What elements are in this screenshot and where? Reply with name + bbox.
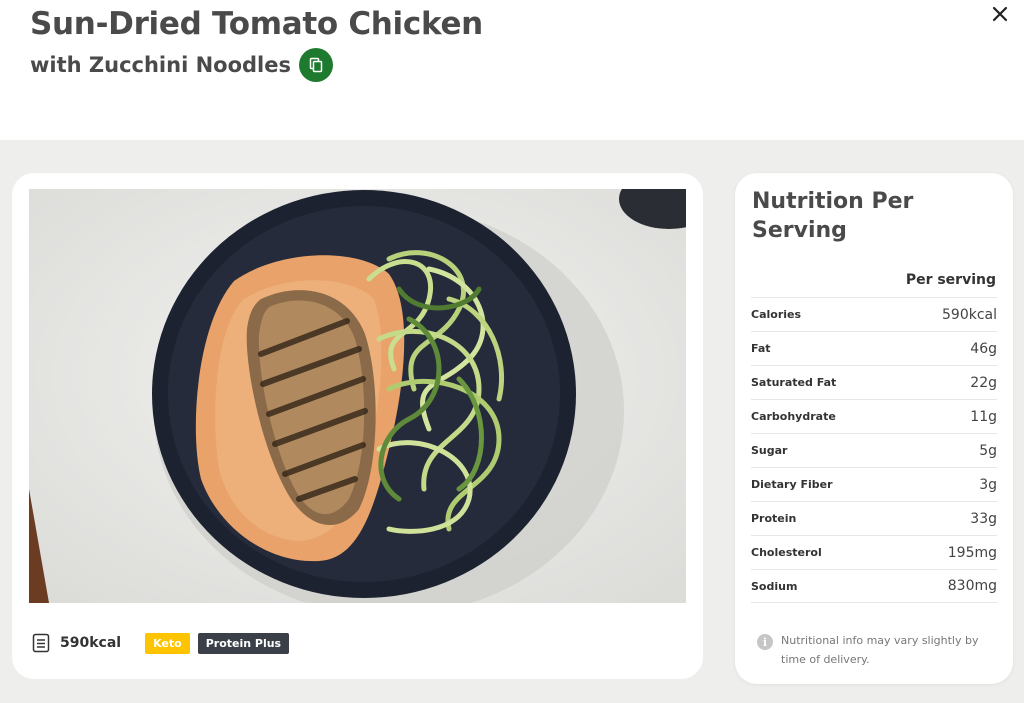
nutrition-label: Saturated Fat [751,376,837,389]
nutrition-row: Protein 33g [751,501,997,535]
nutrition-card: Nutrition Per Serving Per serving Calori… [735,173,1013,684]
nutrition-table: Calories 590kcal Fat 46g Saturated Fat 2… [751,297,997,603]
nutrition-label: Calories [751,308,802,321]
nutrition-row: Calories 590kcal [751,297,997,331]
nutrition-row: Saturated Fat 22g [751,365,997,399]
recipe-subtitle: with Zucchini Noodles [30,53,291,77]
nutrition-value: 590kcal [942,306,997,323]
nutrition-value: 3g [979,476,997,493]
nutrition-label: Dietary Fiber [751,478,833,491]
tag-keto: Keto [145,632,190,654]
nutrition-note-text: Nutritional info may vary slightly by ti… [781,634,979,666]
nutrition-row: Sugar 5g [751,433,997,467]
nutrition-value: 11g [970,408,997,425]
nutrition-value: 33g [970,510,997,527]
nutrition-note: i Nutritional info may vary slightly by … [757,631,997,669]
meal-card: 590kcal Keto Protein Plus [12,173,703,679]
info-icon: i [757,634,773,650]
nutrition-heading: Nutrition Per Serving [752,189,914,243]
nutrition-value: 195mg [947,544,997,561]
recipe-header: Sun-Dried Tomato Chicken with Zucchini N… [0,0,1024,140]
recipe-title: Sun-Dried Tomato Chicken [30,6,483,42]
nutrition-label: Sugar [751,444,788,457]
copy-button[interactable] [298,48,333,82]
per-serving-header: Per serving [905,272,996,288]
nutrition-label: Fat [751,342,771,355]
nutrition-value: 5g [979,442,997,459]
nutrition-label: Sodium [751,579,798,593]
nutrition-row: Dietary Fiber 3g [751,467,997,501]
nutrition-label: Cholesterol [751,546,822,559]
calories-label: 590kcal [60,635,122,651]
nutrition-label: Carbohydrate [751,410,836,423]
nutrition-row: Sodium 830mg [751,569,997,603]
meal-info-row: 590kcal Keto Protein Plus [32,629,297,657]
nutrition-row: Cholesterol 195mg [751,535,997,569]
nutrition-value: 830mg [947,578,997,594]
tag-protein-plus: Protein Plus [197,632,290,654]
nutrition-value: 46g [970,340,997,357]
meal-photo [29,189,686,603]
recipe-subtitle-row: with Zucchini Noodles [30,48,333,82]
content-area: 590kcal Keto Protein Plus Nutrition Per … [0,140,1024,703]
close-button[interactable] [986,0,1014,28]
nutrition-row: Carbohydrate 11g [751,399,997,433]
close-icon [992,6,1008,22]
nutrition-row: Fat 46g [751,331,997,365]
nutrition-value: 22g [970,374,997,391]
nutrition-label: Protein [751,512,797,525]
document-icon [32,633,50,653]
copy-icon [309,57,323,73]
